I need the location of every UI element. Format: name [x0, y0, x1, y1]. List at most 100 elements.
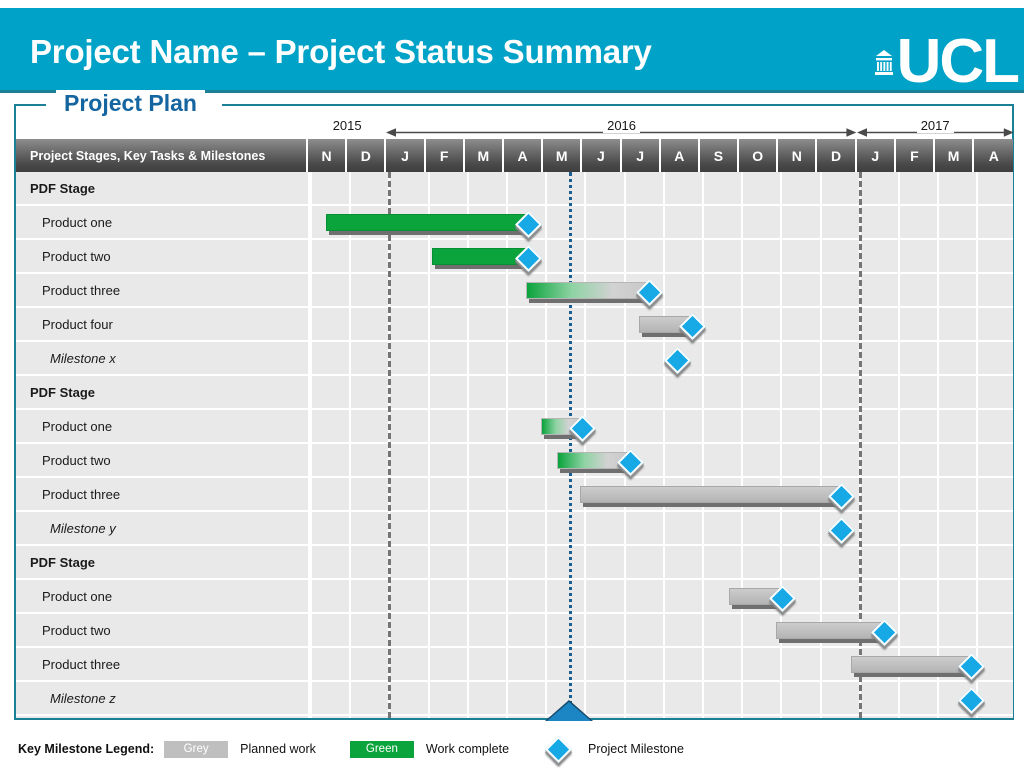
frame-top-left	[14, 104, 46, 106]
legend-label-milestone: Project Milestone	[588, 742, 684, 756]
gantt-bar-gradient[interactable]	[556, 452, 631, 473]
portico-icon	[873, 49, 895, 84]
slide-canvas: Project Name – Project Status Summary UC…	[0, 0, 1024, 768]
month-header-9: A	[660, 139, 700, 172]
grid-column-line	[702, 172, 704, 718]
month-header-10: S	[699, 139, 740, 172]
row-label-task: Product two	[42, 452, 111, 468]
year-boundary-line	[388, 172, 392, 718]
grid-column-line	[976, 172, 979, 718]
month-header-15: F	[895, 139, 935, 172]
gantt-bar-shadow	[559, 469, 631, 473]
grid-column-line	[584, 172, 587, 718]
stage-column-header: Project Stages, Key Tasks & Milestones	[16, 139, 308, 172]
row-label-milestone: Milestone y	[50, 520, 116, 536]
gantt-bar-shadow	[434, 265, 529, 269]
row-label-task: Product one	[42, 418, 113, 434]
table-row[interactable]: Product three	[16, 478, 1013, 512]
grid-column-line	[310, 172, 312, 718]
month-header-14: J	[856, 139, 896, 172]
frame-top-right	[222, 104, 1014, 106]
table-row[interactable]: Milestone y	[16, 512, 1013, 546]
month-header-12: N	[778, 139, 818, 172]
row-label-stage: PDF Stage	[30, 180, 96, 196]
row-label-task: Product three	[42, 656, 121, 672]
gantt-bar-gradient[interactable]	[525, 282, 651, 303]
gantt-bar-body	[525, 282, 648, 299]
year-label-2016: 2016	[603, 118, 641, 133]
gantt-bar-grey[interactable]	[850, 656, 972, 677]
table-row[interactable]: Milestone z	[16, 682, 1013, 716]
gantt-bar-body	[776, 622, 883, 639]
gantt-bar-shadow	[328, 231, 529, 235]
grid-column-line	[349, 172, 352, 718]
row-label-task: Product one	[42, 214, 113, 230]
legend-chip-green: Green	[349, 740, 414, 758]
grid-column-line	[741, 172, 744, 718]
gantt-bar-body	[431, 248, 526, 265]
gantt-bar-body	[580, 486, 840, 503]
table-row[interactable]: Product one	[16, 580, 1013, 614]
project-plan-label: Project Plan	[56, 90, 205, 117]
year-strip: 2015 2016 2017	[308, 118, 1014, 140]
table-row[interactable]: PDF Stage	[16, 172, 1013, 206]
grid-column-line	[898, 172, 900, 718]
legend-label-complete: Work complete	[425, 742, 510, 756]
table-row[interactable]: Product one	[16, 410, 1013, 444]
table-row[interactable]: Milestone x	[16, 342, 1013, 376]
row-label-milestone: Milestone x	[50, 350, 116, 366]
gantt-bar-grey[interactable]	[580, 486, 843, 507]
legend-diamond-icon	[545, 735, 572, 763]
legend-chip-grey: Grey	[164, 740, 229, 758]
month-header-7: J	[582, 139, 622, 172]
gantt-bar-body	[325, 214, 526, 231]
month-header-0: N	[308, 139, 348, 172]
ucl-logo: UCL	[873, 22, 1020, 97]
table-row[interactable]: Product two	[16, 444, 1013, 478]
header-band: Project Name – Project Status Summary UC…	[0, 8, 1024, 97]
row-label-stage: PDF Stage	[30, 554, 96, 570]
month-header-1: D	[347, 139, 387, 172]
legend-title: Key Milestone Legend:	[18, 742, 155, 756]
gantt-bar-body	[850, 656, 969, 673]
month-header-8: J	[621, 139, 661, 172]
year-label-2017: 2017	[916, 118, 954, 133]
gantt-bar-shadow	[853, 673, 972, 677]
row-label-task: Product one	[42, 588, 113, 604]
year-label-2015: 2015	[328, 118, 366, 133]
legend-label-planned: Planned work	[240, 742, 316, 756]
month-header-17: A	[974, 139, 1014, 172]
month-header-4: M	[464, 139, 504, 172]
row-label-task: Product three	[42, 282, 121, 298]
table-row[interactable]: PDF Stage	[16, 376, 1013, 410]
row-label-task: Product two	[42, 622, 111, 638]
label-column-separator	[308, 172, 310, 718]
today-marker-triangle	[546, 702, 591, 721]
month-header-row: NDJFMAMJJASONDJFMA	[308, 139, 1014, 172]
legend: Key Milestone Legend: Grey Planned work …	[18, 735, 684, 763]
ucl-wordmark: UCL	[896, 27, 1020, 97]
gantt-bar-shadow	[779, 639, 886, 643]
row-label-task: Product two	[42, 248, 111, 264]
grid-column-line	[662, 172, 665, 718]
gantt-bar-green[interactable]	[325, 214, 529, 235]
grid-column-line	[623, 172, 626, 718]
month-header-2: J	[386, 139, 426, 172]
month-header-13: D	[817, 139, 857, 172]
month-header-16: M	[935, 139, 975, 172]
grid-column-line	[545, 172, 548, 718]
row-label-milestone: Milestone z	[50, 690, 116, 706]
gantt-bar-green[interactable]	[431, 248, 529, 269]
gantt-bar-body	[556, 452, 628, 469]
gantt-bar-shadow	[583, 503, 843, 507]
gantt-bar-grey[interactable]	[776, 622, 886, 643]
month-header-3: F	[425, 139, 465, 172]
table-row[interactable]: Product four	[16, 308, 1013, 342]
row-label-stage: PDF Stage	[30, 384, 96, 400]
month-header-6: M	[543, 139, 583, 172]
table-row[interactable]: PDF Stage	[16, 546, 1013, 580]
gantt-bar-shadow	[528, 299, 651, 303]
page-title: Project Name – Project Status Summary	[30, 33, 652, 70]
today-line	[568, 172, 572, 718]
table-row[interactable]: Product three	[16, 274, 1013, 308]
